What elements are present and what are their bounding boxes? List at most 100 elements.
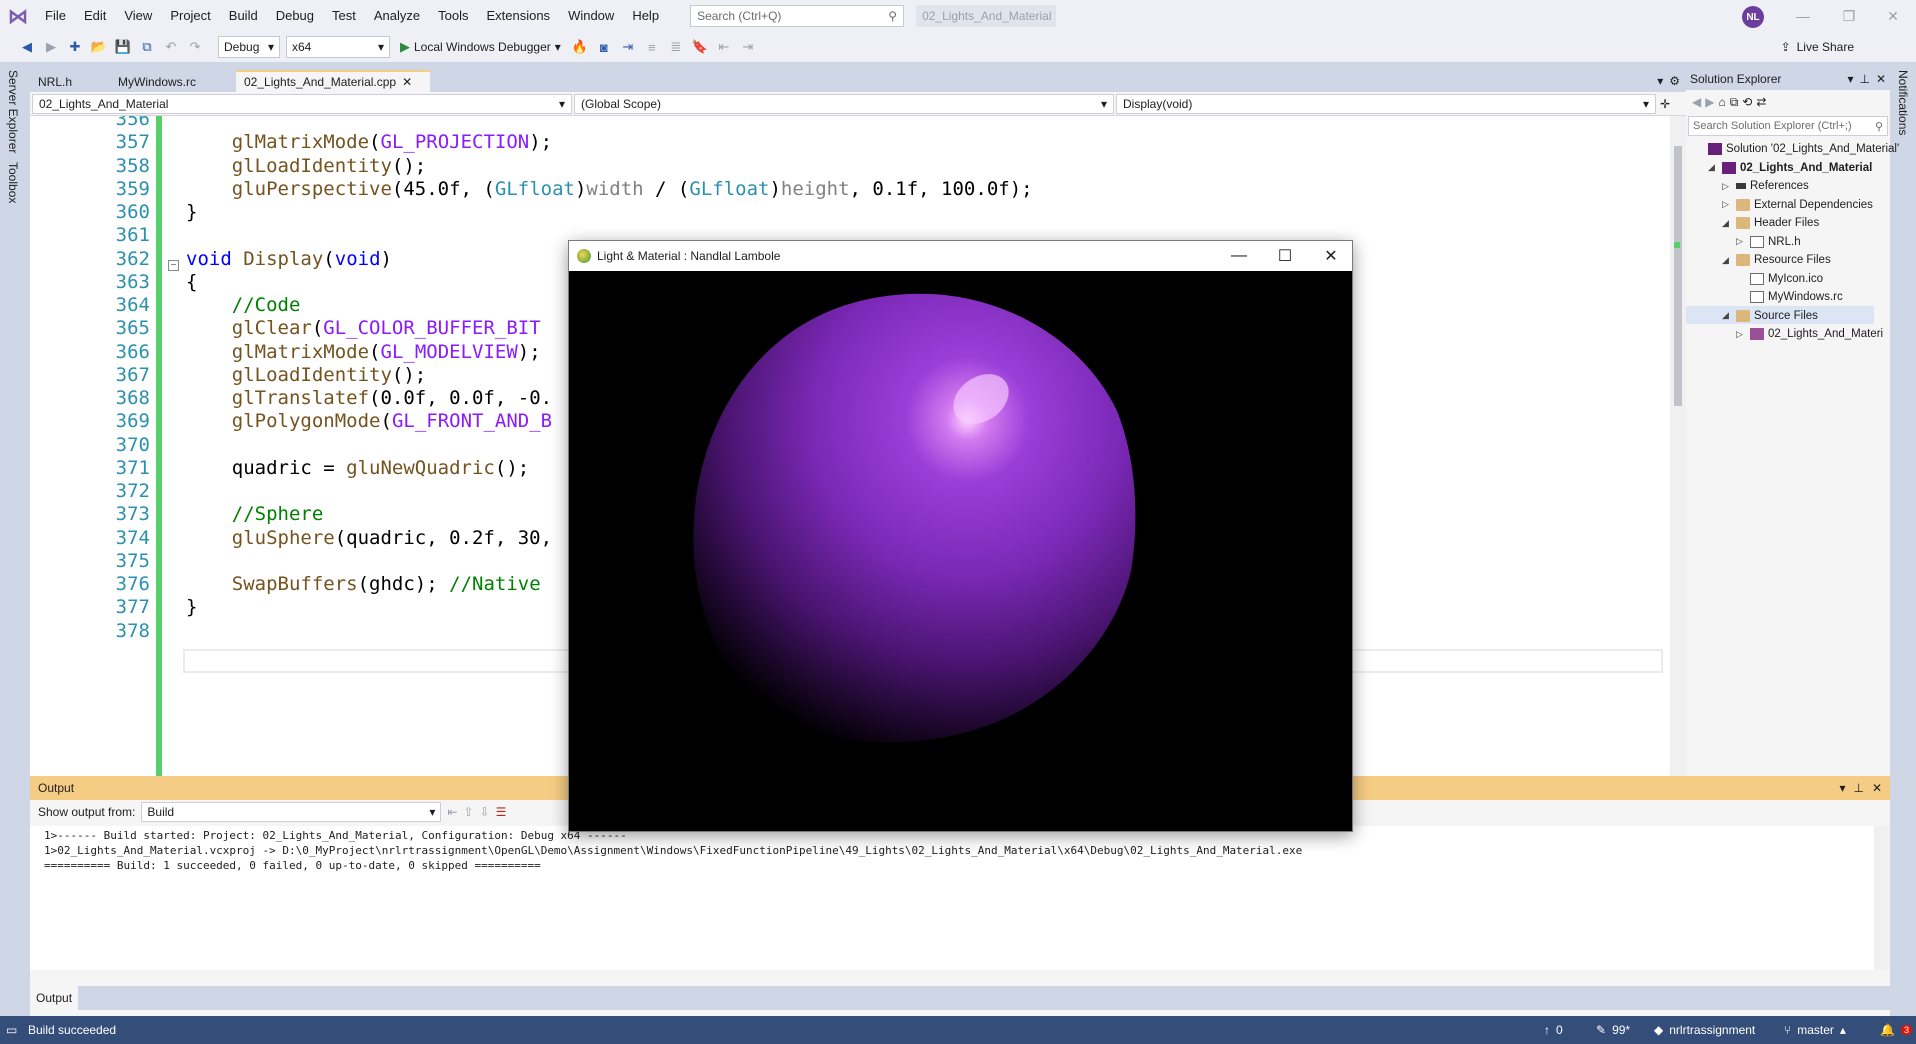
notifications-tab[interactable]: Notifications xyxy=(1896,70,1910,135)
undo-icon[interactable]: ↶ xyxy=(162,38,180,56)
repo-indicator[interactable]: ◆ nrlrtrassignment xyxy=(1654,1016,1755,1044)
screenshot-icon[interactable]: ◙ xyxy=(595,38,613,56)
tree-item[interactable]: ◢ Header Files xyxy=(1722,214,1819,232)
project-select[interactable]: 02_Lights_And_Material ▾ xyxy=(32,93,572,114)
clear-all-icon[interactable]: ☰ xyxy=(496,805,507,819)
new-project-icon[interactable]: ✚ xyxy=(66,38,84,56)
platform-select[interactable]: x64 ▾ xyxy=(286,36,390,58)
back-icon[interactable]: ◀ xyxy=(18,38,36,56)
expand-icon[interactable]: ▷ xyxy=(1736,236,1746,247)
visual-studio-logo-icon[interactable]: ⋈ xyxy=(0,0,36,32)
history-icon[interactable]: ⟲ xyxy=(1742,95,1752,109)
back-icon[interactable]: ◀ xyxy=(1692,95,1701,109)
edits-indicator[interactable]: ✎ 99* xyxy=(1596,1016,1630,1044)
toolbox-tab[interactable]: Toolbox xyxy=(6,162,20,203)
comment-icon[interactable]: ≡ xyxy=(643,38,661,56)
restore-button[interactable]: ❐ xyxy=(1826,0,1872,32)
tab-output[interactable]: Output xyxy=(30,986,79,1010)
close-tab-icon[interactable]: ✕ xyxy=(402,75,412,89)
save-icon[interactable]: 💾 xyxy=(114,38,132,56)
tree-item[interactable]: ◢ 02_Lights_And_Material xyxy=(1708,159,1872,177)
collapse-icon[interactable]: − xyxy=(168,260,179,271)
tab-mywindows-rc[interactable]: MyWindows.rc xyxy=(110,72,236,92)
chevron-down-icon[interactable]: ▾ xyxy=(1847,72,1853,86)
scrollbar-thumb[interactable] xyxy=(1674,146,1682,406)
expand-icon[interactable]: ◢ xyxy=(1722,255,1732,266)
menu-debug[interactable]: Debug xyxy=(267,0,323,32)
scope-select[interactable]: (Global Scope) ▾ xyxy=(574,93,1114,114)
member-select[interactable]: Display(void) ▾ xyxy=(1116,93,1656,114)
opengl-window[interactable]: Light & Material : Nandlal Lambole — ☐ ✕ xyxy=(568,240,1353,832)
tree-item[interactable]: MyIcon.ico xyxy=(1736,270,1823,288)
editor-scrollbar[interactable] xyxy=(1670,116,1686,776)
bookmark-icon[interactable]: 🔖 xyxy=(691,38,709,56)
menu-file[interactable]: File xyxy=(36,0,75,32)
close-button[interactable]: ✕ xyxy=(1870,0,1916,32)
hot-reload-icon[interactable]: 🔥 xyxy=(571,38,589,56)
server-explorer-tab[interactable]: Server Explorer xyxy=(6,70,20,153)
uncomment-icon[interactable]: ≣ xyxy=(667,38,685,56)
output-text[interactable]: 1>------ Build started: Project: 02_Ligh… xyxy=(30,826,1874,970)
switch-views-icon[interactable]: ⧉ xyxy=(1730,95,1739,110)
menu-analyze[interactable]: Analyze xyxy=(365,0,429,32)
menu-view[interactable]: View xyxy=(115,0,161,32)
pin-icon[interactable]: ⊥ xyxy=(1859,72,1869,86)
prev-message-icon[interactable]: ⇧ xyxy=(463,805,473,819)
step-icon[interactable]: ⇥ xyxy=(619,38,637,56)
expand-icon[interactable]: ◢ xyxy=(1722,310,1732,321)
minimize-button[interactable]: — xyxy=(1780,0,1826,32)
tree-item[interactable]: ▷ External Dependencies xyxy=(1722,196,1873,214)
tree-item[interactable]: MyWindows.rc xyxy=(1736,288,1843,306)
menu-tools[interactable]: Tools xyxy=(429,0,477,32)
avatar[interactable]: NL xyxy=(1742,6,1764,28)
expand-icon[interactable]: ▷ xyxy=(1722,199,1732,210)
forward-icon[interactable]: ▶ xyxy=(1705,95,1714,109)
close-icon[interactable]: ✕ xyxy=(1876,72,1886,86)
chevron-down-icon[interactable]: ▾ xyxy=(1839,781,1845,795)
notifications-indicator[interactable]: 🔔 3 xyxy=(1880,1016,1912,1044)
expand-icon[interactable]: ▷ xyxy=(1722,181,1732,192)
tab-nrl-h[interactable]: NRL.h xyxy=(30,72,110,92)
menu-extensions[interactable]: Extensions xyxy=(477,0,559,32)
tree-item[interactable]: ▷ References xyxy=(1722,177,1809,195)
prev-bookmark-icon[interactable]: ⇤ xyxy=(715,38,733,56)
minimize-button[interactable]: — xyxy=(1216,241,1262,271)
live-share-button[interactable]: ⇪ Live Share xyxy=(1781,40,1854,54)
tree-item[interactable]: ▷ 02_Lights_And_Materi xyxy=(1736,325,1883,343)
opengl-window-titlebar[interactable]: Light & Material : Nandlal Lambole — ☐ ✕ xyxy=(569,241,1352,271)
start-debugging-button[interactable]: ▶ Local Windows Debugger ▾ xyxy=(396,39,565,55)
configuration-select[interactable]: Debug ▾ xyxy=(218,36,280,58)
next-message-icon[interactable]: ⇩ xyxy=(480,805,490,819)
solution-search-input[interactable]: Search Solution Explorer (Ctrl+;) ⚲ xyxy=(1688,116,1888,136)
tree-item[interactable]: ▷ NRL.h xyxy=(1736,233,1801,251)
next-bookmark-icon[interactable]: ⇥ xyxy=(739,38,757,56)
open-file-icon[interactable]: 📂 xyxy=(90,38,108,56)
errors-indicator[interactable]: ↑ 0 xyxy=(1544,1016,1563,1044)
maximize-button[interactable]: ☐ xyxy=(1262,241,1308,271)
tree-item[interactable]: Solution '02_Lights_And_Material' xyxy=(1694,140,1899,158)
menu-test[interactable]: Test xyxy=(323,0,365,32)
menu-project[interactable]: Project xyxy=(161,0,219,32)
home-icon[interactable]: ⌂ xyxy=(1718,95,1725,109)
expand-icon[interactable]: ◢ xyxy=(1722,218,1732,229)
settings-gear-icon[interactable]: ⚙ xyxy=(1669,74,1686,92)
close-button[interactable]: ✕ xyxy=(1308,241,1354,271)
tab-dropdown-icon[interactable]: ▾ xyxy=(1657,74,1669,92)
output-source-select[interactable]: Build ▾ xyxy=(141,802,442,822)
sync-icon[interactable]: ⇄ xyxy=(1756,95,1766,109)
branch-indicator[interactable]: ⑂ master ▴ xyxy=(1784,1016,1846,1044)
close-icon[interactable]: ✕ xyxy=(1872,781,1882,795)
save-all-icon[interactable]: ⧉ xyxy=(138,38,156,56)
menu-window[interactable]: Window xyxy=(559,0,623,32)
render-canvas[interactable] xyxy=(569,271,1352,831)
output-scrollbar[interactable] xyxy=(1874,826,1890,970)
forward-icon[interactable]: ▶ xyxy=(42,38,60,56)
menu-build[interactable]: Build xyxy=(220,0,267,32)
menu-help[interactable]: Help xyxy=(623,0,668,32)
tree-item[interactable]: ◢ Resource Files xyxy=(1722,251,1831,269)
split-icon[interactable]: ✛ xyxy=(1656,97,1670,111)
expand-icon[interactable]: ◢ xyxy=(1708,162,1718,173)
tab-main-cpp[interactable]: 02_Lights_And_Material.cpp ✕ xyxy=(236,70,430,92)
menu-edit[interactable]: Edit xyxy=(75,0,115,32)
pin-icon[interactable]: ⊥ xyxy=(1853,781,1863,795)
